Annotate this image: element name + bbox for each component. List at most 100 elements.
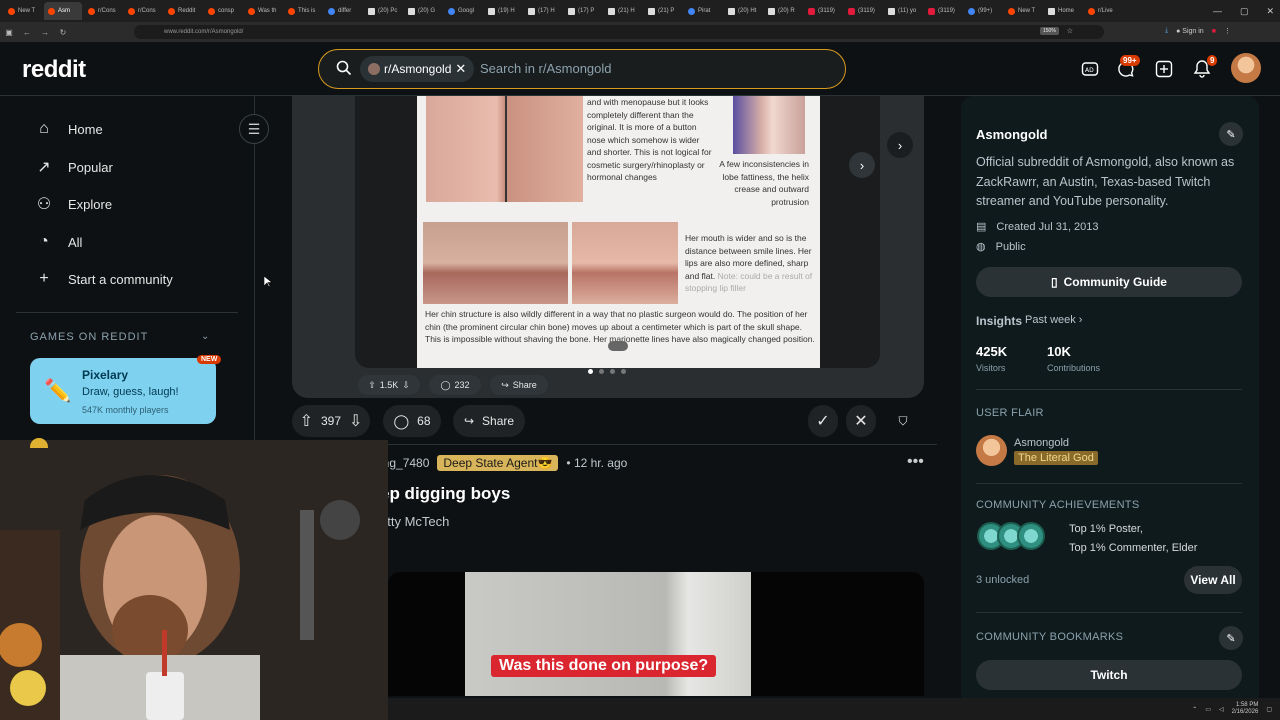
achievement-badges[interactable]	[977, 522, 1045, 550]
collapse-sidebar-button[interactable]: ☰	[239, 114, 269, 144]
clock[interactable]: 1:58 PM 2/16/2026	[1232, 702, 1259, 716]
bookmark-twitch-button[interactable]: Twitch	[976, 660, 1242, 690]
browser-tab[interactable]: Googl	[444, 2, 482, 20]
forward-icon[interactable]: →	[36, 28, 54, 37]
user-avatar[interactable]	[1231, 53, 1261, 83]
download-icon[interactable]: ⤓	[1165, 27, 1168, 35]
system-taskbar: ⌃ ▭ ◁ 1:58 PM 2/16/2026 ▢	[388, 698, 1280, 720]
browser-tab[interactable]: r/Cons	[124, 2, 162, 20]
chevron-down-icon[interactable]: ⌄	[201, 331, 209, 342]
downvote-icon[interactable]: ⇩	[349, 411, 362, 431]
volume-icon[interactable]: ◁	[1219, 706, 1224, 713]
browser-tab[interactable]: (19) H	[484, 2, 522, 20]
inner-share-button[interactable]: ↪ Share	[490, 375, 548, 395]
edit-icon[interactable]: ✎	[1219, 122, 1243, 146]
search-input[interactable]: Search in r/Asmongold	[480, 61, 612, 76]
community-filter-chip[interactable]: r/Asmongold ✕	[360, 56, 475, 82]
maximize-icon[interactable]: ▢	[1240, 6, 1249, 17]
home-icon: ⌂	[39, 120, 49, 137]
more-options-icon[interactable]: •••	[907, 453, 924, 471]
insights-range[interactable]: Past week ›	[1025, 314, 1082, 326]
browser-tab[interactable]: Home	[1044, 2, 1082, 20]
video-thumbnail[interactable]	[465, 572, 751, 696]
comments-button[interactable]: ◯ 68	[383, 405, 441, 437]
notification-center-icon[interactable]: ▢	[1266, 706, 1272, 713]
browser-tab[interactable]: (11) yo	[884, 2, 922, 20]
bookmark-star-icon[interactable]: ☆	[1067, 27, 1073, 35]
zoom-level[interactable]: 150%	[1040, 27, 1059, 35]
view-all-button[interactable]: View All	[1184, 566, 1242, 594]
reload-icon[interactable]: ↻	[54, 28, 72, 37]
browser-tab[interactable]: Was th	[244, 2, 282, 20]
browser-tab[interactable]: Asm	[44, 2, 82, 20]
carousel-dots[interactable]	[588, 369, 626, 374]
approve-button[interactable]: ✓	[808, 405, 838, 437]
advertise-icon[interactable]: AD	[1078, 57, 1102, 81]
browser-tab[interactable]: This is	[284, 2, 322, 20]
nav-item-all[interactable]: ◔ All	[34, 232, 82, 252]
browser-tab[interactable]: r/Live	[1084, 2, 1122, 20]
inner-comments-button[interactable]: ◯ 232	[429, 375, 481, 395]
clear-chip-icon[interactable]: ✕	[455, 61, 466, 77]
browser-tab[interactable]: consp	[204, 2, 242, 20]
post-carousel-next-button[interactable]: ›	[887, 132, 913, 158]
browser-tab[interactable]: (3119)	[804, 2, 842, 20]
upvote-icon[interactable]: ⇧	[300, 411, 313, 431]
upvote-icon[interactable]: ⇧	[368, 380, 376, 391]
carousel-dot[interactable]	[610, 369, 615, 374]
browser-tab[interactable]: (17) P	[564, 2, 602, 20]
reddit-logo[interactable]: reddit	[22, 56, 86, 84]
nav-item-popular[interactable]: ↗ Popular	[34, 157, 113, 177]
community-guide-button[interactable]: ▯ Community Guide	[976, 267, 1242, 297]
minimize-icon[interactable]: —	[1213, 6, 1222, 16]
browser-tab[interactable]: New T	[1004, 2, 1042, 20]
browser-tab[interactable]: Reddit	[164, 2, 202, 20]
browser-tab[interactable]: (21) P	[644, 2, 682, 20]
games-section-title[interactable]: GAMES ON REDDIT	[30, 331, 148, 343]
browser-tab[interactable]: (3119)	[924, 2, 962, 20]
nav-item-home[interactable]: ⌂ Home	[34, 119, 103, 139]
network-icon[interactable]: ▭	[1205, 706, 1211, 713]
tab-sidebar-icon[interactable]: ▣	[0, 28, 18, 37]
nav-item-explore[interactable]: ⚇ Explore	[34, 194, 112, 214]
close-window-icon[interactable]: ✕	[1266, 6, 1274, 17]
share-label: Share	[482, 414, 515, 428]
remove-button[interactable]: ✕	[846, 405, 876, 437]
tab-favicon-icon	[968, 7, 975, 15]
tab-label: This is	[298, 8, 316, 14]
browser-tab[interactable]: (20) G	[404, 2, 442, 20]
carousel-dot[interactable]	[621, 369, 626, 374]
carousel-next-button[interactable]: ›	[849, 152, 875, 178]
tab-favicon-icon	[488, 7, 495, 15]
address-bar[interactable]: www.reddit.com/r/Asmongold/	[134, 25, 1104, 39]
menu-dots-icon[interactable]: ⋮	[1224, 27, 1231, 35]
create-post-icon[interactable]	[1152, 57, 1176, 81]
signin-button[interactable]: ● Sign in	[1176, 28, 1204, 35]
browser-tab[interactable]: New T	[4, 2, 42, 20]
vote-pill[interactable]: ⇧ 397 ⇩	[292, 405, 370, 437]
back-icon[interactable]: ←	[18, 28, 36, 37]
extensions-icon[interactable]: ■	[1212, 28, 1216, 35]
carousel-image[interactable]: and with menopause but it looks complete…	[417, 96, 820, 368]
post-title[interactable]: ep digging boys	[380, 484, 510, 504]
browser-tab[interactable]: (20) Ht	[724, 2, 762, 20]
mod-shield-button[interactable]: ⛉	[888, 405, 918, 437]
inner-vote-pill[interactable]: ⇧ 1.5K ⇩	[358, 375, 420, 395]
nav-item-start-a-community[interactable]: + Start a community	[34, 269, 172, 289]
browser-tab[interactable]: (20) R	[764, 2, 802, 20]
browser-tab[interactable]: (17) H	[524, 2, 562, 20]
browser-tab[interactable]: r/Cons	[84, 2, 122, 20]
carousel-dot[interactable]	[588, 369, 593, 374]
browser-tab[interactable]: Pirat	[684, 2, 722, 20]
downvote-icon[interactable]: ⇩	[402, 380, 410, 391]
tab-label: (3119)	[818, 8, 835, 14]
browser-tab[interactable]: (99+)	[964, 2, 1002, 20]
carousel-dot[interactable]	[599, 369, 604, 374]
tray-chevron-icon[interactable]: ⌃	[1192, 706, 1197, 713]
browser-tab[interactable]: (21) H	[604, 2, 642, 20]
browser-tab[interactable]: differ	[324, 2, 362, 20]
share-button[interactable]: ↪ Share	[453, 405, 525, 437]
browser-tab[interactable]: (3119)	[844, 2, 882, 20]
browser-tab[interactable]: (20) Pc	[364, 2, 402, 20]
edit-bookmarks-icon[interactable]: ✎	[1219, 626, 1243, 650]
